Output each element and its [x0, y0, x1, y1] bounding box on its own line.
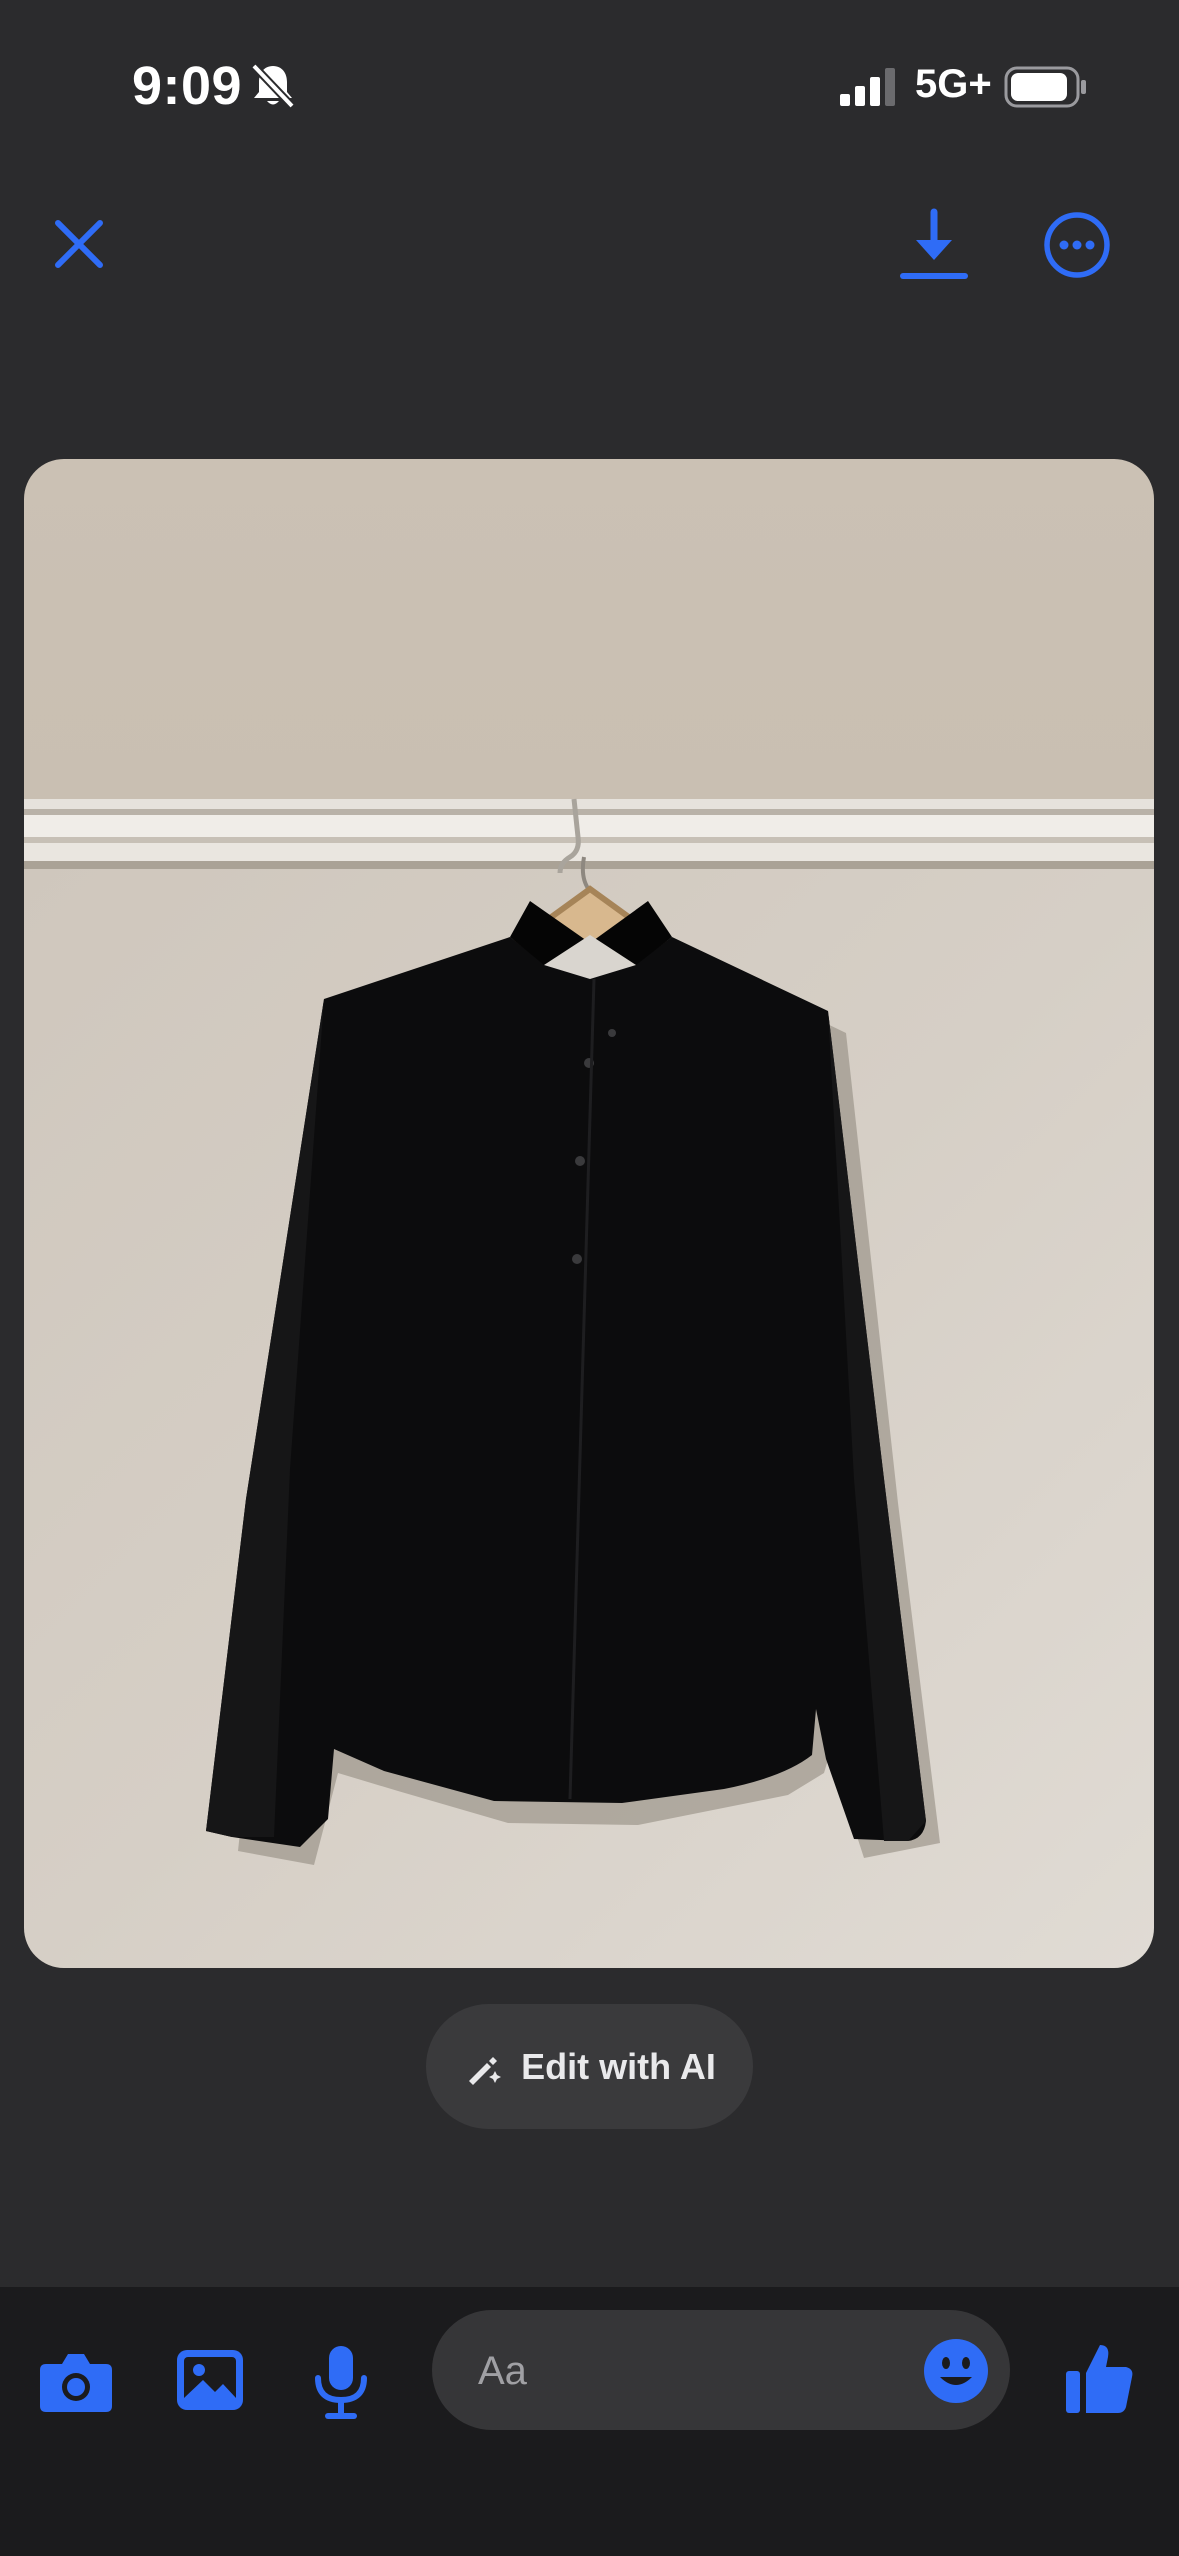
download-icon	[900, 208, 968, 279]
emoji-button[interactable]	[922, 2337, 990, 2405]
message-input[interactable]	[476, 2310, 900, 2432]
signal-icon	[838, 66, 898, 111]
edit-with-ai-button[interactable]: Edit with AI	[426, 2004, 753, 2129]
battery-icon	[1004, 66, 1088, 113]
emoji-icon	[924, 2339, 988, 2403]
close-button[interactable]	[40, 205, 118, 283]
more-options-icon	[1044, 212, 1110, 278]
more-options-button[interactable]	[1036, 200, 1118, 290]
close-icon	[55, 220, 103, 268]
viewer-top-bar	[0, 195, 1179, 295]
microphone-icon	[315, 2346, 367, 2419]
silent-bell-icon	[250, 62, 296, 115]
network-type: 5G+	[915, 62, 992, 106]
microphone-button[interactable]	[306, 2337, 376, 2427]
edit-with-ai-label: Edit with AI	[521, 2045, 716, 2087]
thumbs-up-icon	[1066, 2345, 1133, 2413]
message-bottom-bar	[0, 2287, 1179, 2556]
message-composer[interactable]	[432, 2310, 1010, 2432]
gallery-button[interactable]	[172, 2340, 248, 2420]
magic-pen-icon	[469, 2056, 502, 2085]
gallery-icon	[177, 2350, 243, 2410]
photo-image	[24, 459, 1154, 1968]
shirt-photo[interactable]	[24, 459, 1154, 1968]
camera-button[interactable]	[36, 2342, 116, 2422]
download-button[interactable]	[890, 200, 978, 290]
status-bar: 9:09 5G+	[0, 0, 1179, 175]
status-time: 9:09	[132, 56, 243, 116]
camera-icon	[40, 2354, 112, 2412]
thumbs-up-button[interactable]	[1062, 2335, 1138, 2421]
